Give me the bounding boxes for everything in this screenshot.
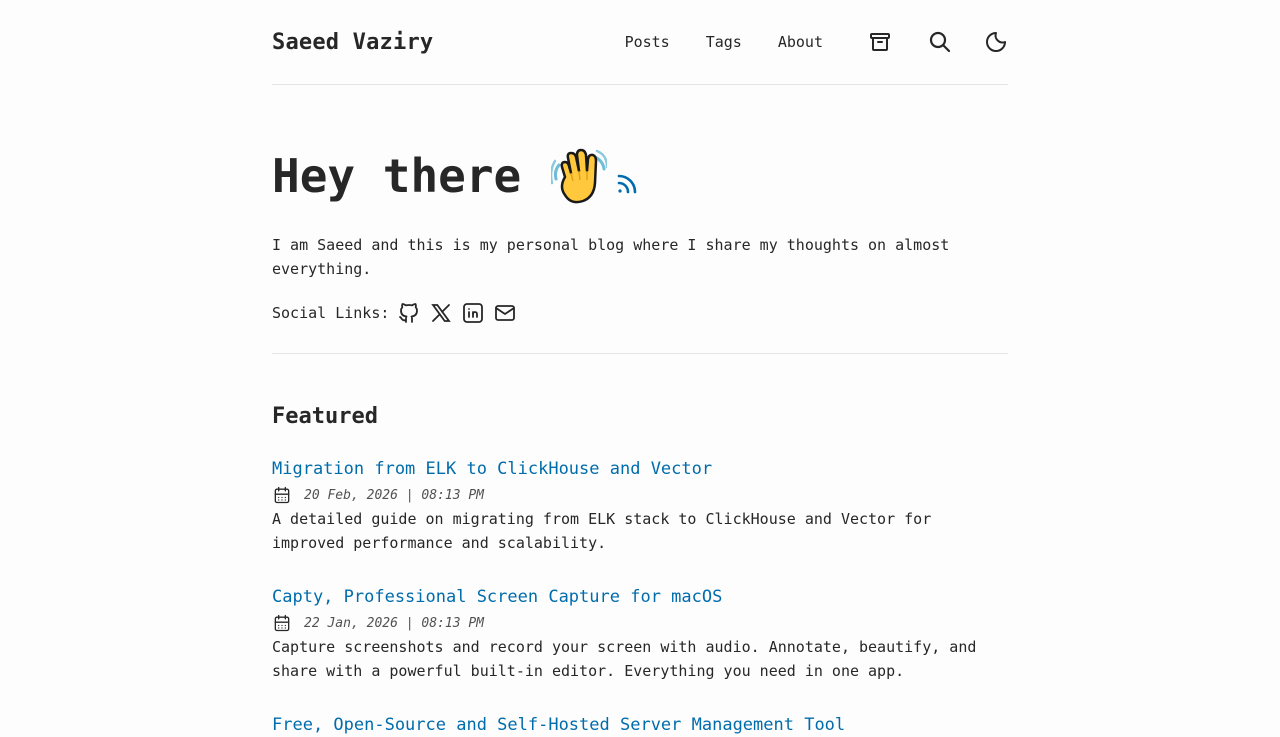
post-date: 22 Jan, 2026 | 08:13 PM [304,615,485,631]
post-description: Capture screenshots and record your scre… [272,638,977,680]
hero-section: Hey there I am Saeed and this is my pers… [272,85,1008,354]
x-icon[interactable] [429,301,453,325]
nav-posts[interactable]: Posts [625,33,670,51]
hero-title-row: Hey there [272,141,1008,211]
featured-post: Free, Open-Source and Self-Hosted Server… [272,713,1008,737]
post-title-link[interactable]: Capty, Professional Screen Capture for m… [272,585,1008,609]
post-meta: 20 Feb, 2026 | 08:13 PM [272,485,1008,505]
waving-hand-icon [550,147,609,205]
featured-post: Capty, Professional Screen Capture for m… [272,585,1008,683]
site-header: Saeed Vaziry Posts Tags About [272,0,1008,85]
post-title-link[interactable]: Migration from ELK to ClickHouse and Vec… [272,457,1008,481]
social-links-label: Social Links: [272,304,390,322]
nav-tags[interactable]: Tags [706,33,742,51]
hero-description: I am Saeed and this is my personal blog … [272,236,950,278]
featured-post: Migration from ELK to ClickHouse and Vec… [272,457,1008,555]
search-icon[interactable] [928,30,952,54]
mail-icon[interactable] [493,301,517,325]
hero-title: Hey there [272,149,522,203]
site-title[interactable]: Saeed Vaziry [272,30,433,55]
rss-icon[interactable] [615,172,639,196]
post-title-link[interactable]: Free, Open-Source and Self-Hosted Server… [272,713,1008,737]
social-links: Social Links: [272,301,1008,325]
post-meta: 22 Jan, 2026 | 08:13 PM [272,613,1008,633]
nav-about[interactable]: About [778,33,823,51]
calendar-icon [272,485,292,505]
archive-icon[interactable] [868,30,892,54]
page-container: Saeed Vaziry Posts Tags About Hey there … [272,0,1008,737]
featured-section: Featured Migration from ELK to ClickHous… [272,404,1008,737]
post-description: A detailed guide on migrating from ELK s… [272,510,932,552]
github-icon[interactable] [397,301,421,325]
calendar-icon [272,613,292,633]
featured-heading: Featured [272,404,378,429]
main-nav: Posts Tags About [625,0,1008,84]
moon-icon[interactable] [984,30,1008,54]
linkedin-icon[interactable] [461,301,485,325]
post-date: 20 Feb, 2026 | 08:13 PM [304,487,485,503]
